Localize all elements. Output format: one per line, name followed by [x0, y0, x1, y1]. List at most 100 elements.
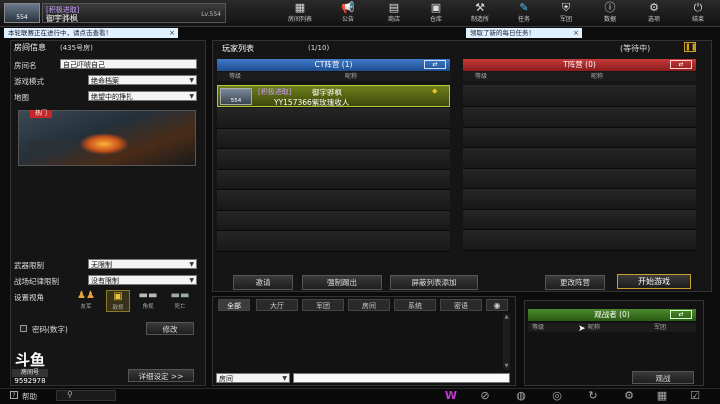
empty-slot[interactable]: [217, 169, 450, 190]
room-number: (435号房): [60, 44, 93, 52]
t-column-header: 等级 昵称: [463, 72, 696, 81]
detail-settings-button[interactable]: 详细设定 >>: [128, 369, 194, 382]
nav-room-list[interactable]: ▦ 房间列表: [282, 1, 318, 26]
map-select[interactable]: 绝望中的挣扎 ▼: [88, 91, 197, 101]
empty-slot[interactable]: [463, 189, 696, 210]
arrow-down-icon[interactable]: ▼: [503, 363, 510, 370]
player-count: (1/10): [308, 44, 330, 52]
compass-icon[interactable]: ⊘: [478, 389, 492, 403]
empty-slot[interactable]: [217, 190, 450, 211]
edit-button[interactable]: 修改: [146, 322, 194, 335]
empty-slot[interactable]: [463, 230, 696, 251]
invite-button[interactable]: 邀请: [233, 275, 293, 290]
search-icon: ⚲: [67, 390, 73, 399]
empty-slot[interactable]: [463, 85, 696, 107]
nav-shop[interactable]: ▤ 商店: [376, 1, 412, 26]
block-list-button[interactable]: 屏蔽列表添加: [390, 275, 478, 290]
help-label[interactable]: 帮助: [22, 391, 37, 402]
game-mode-label: 游戏模式: [14, 77, 44, 86]
chat-tab-clan[interactable]: 军团: [302, 299, 344, 311]
chat-tab-lobby[interactable]: 大厅: [256, 299, 298, 311]
refresh-icon[interactable]: ↻: [586, 389, 600, 403]
megaphone-icon: 📢: [341, 1, 355, 14]
corner-view-icon: ▬▬: [138, 290, 158, 301]
warehouse-icon: ▣: [430, 1, 442, 14]
ct-empty-slots: [217, 108, 450, 252]
chat-channel-select[interactable]: 房间 ▼: [216, 373, 290, 383]
map-label: 地图: [14, 93, 29, 102]
bottom-search-input[interactable]: ⚲: [56, 390, 116, 401]
start-game-button[interactable]: 开始游戏: [617, 274, 691, 289]
spectate-button[interactable]: 观战: [632, 371, 694, 384]
chat-tab-room[interactable]: 房间: [348, 299, 390, 311]
room-name-input[interactable]: 自己吓唬自己: [60, 59, 197, 69]
view-options: ♟♟ 友军 ▣ 敌视 ▬▬ 角视 ▬▬ 死亡: [74, 290, 198, 314]
empty-slot[interactable]: [217, 231, 450, 252]
eye-icon[interactable]: ◉: [486, 299, 508, 311]
game-mode-select[interactable]: 绝命档案 ▼: [88, 75, 197, 85]
empty-slot[interactable]: [217, 210, 450, 231]
close-icon[interactable]: ×: [169, 28, 175, 38]
close-icon[interactable]: ×: [573, 28, 579, 38]
nav-options[interactable]: ⚙ 选项: [636, 1, 672, 26]
pause-icon[interactable]: ❚❚: [684, 42, 697, 52]
change-team-button[interactable]: 更改阵营: [545, 275, 605, 290]
chevron-down-icon: ▼: [189, 77, 194, 84]
chat-tab-whisper[interactable]: 密语: [440, 299, 482, 311]
view-setting-label: 设置视角: [14, 293, 44, 302]
empty-slot[interactable]: [217, 149, 450, 170]
ct-team-header[interactable]: CT阵营 (1): [217, 59, 450, 71]
empty-slot[interactable]: [463, 209, 696, 230]
chat-input[interactable]: [293, 373, 510, 383]
empty-slot[interactable]: [463, 148, 696, 169]
nav-data[interactable]: ⓘ 数据: [592, 1, 628, 26]
view-corner[interactable]: ▬▬ 角视: [136, 290, 160, 310]
empty-slot[interactable]: [217, 128, 450, 149]
empty-slot[interactable]: [217, 108, 450, 129]
ct-player-row[interactable]: 554 [积极进取] 御宇骅枫 YY157366紫玫瑰收人 ◆: [217, 85, 450, 107]
mission-notice[interactable]: 领取了新的每日任务！ ×: [466, 28, 582, 38]
clan-icon: ⛨: [561, 1, 571, 14]
kick-button[interactable]: 强制踢出: [302, 275, 382, 290]
view-death[interactable]: ▬▬ 死亡: [168, 290, 192, 310]
settings-icon[interactable]: ⚙: [622, 389, 636, 403]
calendar-icon[interactable]: ▦: [655, 389, 669, 403]
weapon-limit-select[interactable]: 无限制 ▼: [88, 259, 197, 269]
nav-notice[interactable]: 📢 公告: [330, 1, 366, 26]
nav-exit[interactable]: ⏻ 结束: [680, 1, 716, 26]
weapon-brand-icon[interactable]: W: [444, 389, 458, 403]
spectator-column-header: 等级 昵称 军团: [528, 323, 696, 332]
league-notice[interactable]: 本轮联赛正在进行中，请点击查看！ ×: [4, 28, 178, 38]
chat-tab-all[interactable]: 全部: [218, 299, 250, 311]
view-ally[interactable]: ♟♟ 友军: [74, 290, 98, 310]
help-icon[interactable]: ?: [10, 391, 18, 399]
chat-scrollbar[interactable]: ▲ ▼: [503, 314, 510, 370]
ally-icon: ♟♟: [77, 290, 95, 301]
nav-mission[interactable]: ✎ 任务: [506, 1, 542, 26]
t-empty-slots: [463, 85, 696, 251]
room-name-label: 房间名: [14, 61, 37, 70]
empty-slot[interactable]: [463, 127, 696, 148]
nav-factory[interactable]: ⚒ 制造所: [462, 1, 498, 26]
player-avatar[interactable]: 554: [4, 3, 40, 23]
arrow-up-icon[interactable]: ▲: [503, 314, 510, 321]
nav-warehouse[interactable]: ▣ 仓库: [418, 1, 454, 26]
swap-team-icon[interactable]: ⇄: [670, 60, 692, 69]
globe-icon[interactable]: ◎: [550, 389, 564, 403]
swap-team-icon[interactable]: ⇄: [670, 310, 692, 319]
ct-column-header: 等级 昵称: [217, 72, 450, 81]
checklist-icon[interactable]: ☑: [688, 389, 702, 403]
shop-icon: ▤: [388, 1, 400, 14]
swap-team-icon[interactable]: ⇄: [424, 60, 446, 69]
discipline-select[interactable]: 没有限制 ▼: [88, 275, 197, 285]
stats-icon[interactable]: ◍: [514, 389, 528, 403]
password-checkbox[interactable]: [20, 325, 27, 332]
chat-tab-system[interactable]: 系统: [394, 299, 436, 311]
nav-clan[interactable]: ⛨ 军团: [548, 1, 584, 26]
logo-mark-icon: 斗鱼: [14, 351, 45, 369]
view-enemy[interactable]: ▣ 敌视: [106, 290, 130, 312]
empty-slot[interactable]: [463, 107, 696, 128]
player-name: 御宇骅枫: [46, 14, 78, 23]
t-team-header[interactable]: T阵营 (0): [463, 59, 696, 71]
empty-slot[interactable]: [463, 168, 696, 189]
